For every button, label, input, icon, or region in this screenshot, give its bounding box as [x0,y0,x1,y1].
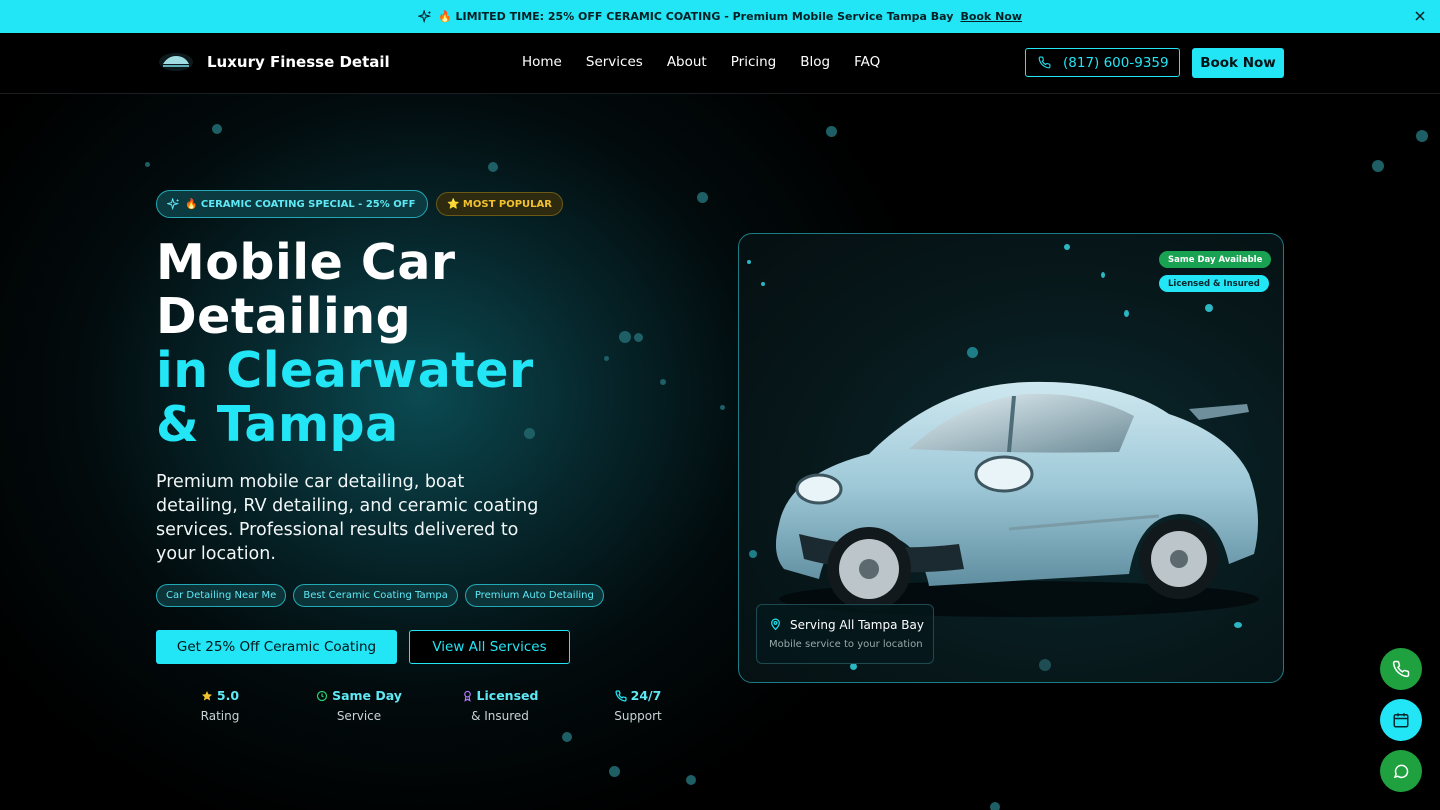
main-nav: Home Services About Pricing Blog FAQ [522,54,880,70]
licensed-pill: Licensed & Insured [1159,275,1269,292]
promo-book-link[interactable]: Book Now [960,10,1022,23]
phone-number: (817) 600-9359 [1063,54,1169,71]
particle [1064,244,1070,250]
phone-icon [1392,660,1410,678]
trust-stats: 5.0 Rating Same Day Service Licensed & I… [156,688,696,728]
hero-title-line2: Detailing [156,288,412,345]
map-pin-icon [771,618,780,631]
view-services-button[interactable]: View All Services [409,630,570,664]
particle [488,162,498,172]
stat-licensed-value: Licensed [476,688,539,703]
stat-rating-label: Rating [200,709,240,723]
particle [761,282,765,286]
particle [634,333,643,342]
particle [1124,310,1129,317]
nav-about[interactable]: About [667,54,707,70]
particle [850,663,857,670]
particle [749,550,757,558]
service-area-card: Serving All Tampa Bay Mobile service to … [756,604,934,664]
phone-button[interactable]: (817) 600-9359 [1025,48,1180,77]
particle [1372,160,1384,172]
particle [619,331,631,343]
nav-home[interactable]: Home [522,54,562,70]
stat-same-day-label: Service [336,709,382,723]
book-now-button[interactable]: Book Now [1192,48,1284,78]
close-icon[interactable] [1412,8,1428,24]
particle [604,356,609,361]
particle [562,732,572,742]
site-header: Luxury Finesse Detail Home Services Abou… [0,33,1440,94]
ceramic-offer-button[interactable]: Get 25% Off Ceramic Coating [156,630,397,664]
particle [1205,304,1213,312]
calendar-icon [1393,713,1409,728]
phone-icon [615,689,627,702]
call-fab[interactable] [1380,648,1422,690]
nav-blog[interactable]: Blog [800,54,830,70]
star-icon [201,690,212,701]
sports-car-image [775,381,1259,617]
particle [826,126,837,137]
nav-faq[interactable]: FAQ [854,54,880,70]
tag-premium-auto-detailing[interactable]: Premium Auto Detailing [464,584,604,607]
booking-fab[interactable] [1380,699,1422,741]
particle [967,347,978,358]
particle [686,775,696,785]
particle [1416,130,1428,142]
particle [697,192,708,203]
ceramic-special-text: 🔥 CERAMIC COATING SPECIAL - 25% OFF [185,198,416,210]
particle [720,405,725,410]
stat-licensed: Licensed & Insured [436,688,564,723]
stat-same-day-value: Same Day [332,688,402,703]
service-area-title: Serving All Tampa Bay [790,618,924,632]
clock-icon [316,690,328,701]
particle [609,766,620,777]
award-icon [463,690,471,702]
tag-car-detailing-near-me[interactable]: Car Detailing Near Me [156,584,287,607]
hero-title-line3: in Clearwater [156,342,534,399]
promo-text: 🔥 LIMITED TIME: 25% OFF CERAMIC COATING … [437,10,954,23]
phone-icon [1038,56,1051,69]
particle [212,124,222,134]
ceramic-special-badge: 🔥 CERAMIC COATING SPECIAL - 25% OFF [156,190,429,218]
brand-logo[interactable] [158,51,194,73]
hero-title-line1: Mobile Car [156,234,456,291]
same-day-pill: Same Day Available [1159,251,1272,268]
tag-best-ceramic-coating-tampa[interactable]: Best Ceramic Coating Tampa [293,584,458,607]
particle [660,379,666,385]
stat-support-value: 24/7 [630,688,662,703]
keyword-tags: Car Detailing Near Me Best Ceramic Coati… [156,584,604,607]
particle [1039,659,1051,671]
sparkles-icon [167,197,180,210]
stat-rating: 5.0 Rating [156,688,284,723]
hero-title: Mobile Car Detailing in Clearwater & Tam… [156,236,534,452]
stat-support-label: Support [614,709,662,723]
most-popular-badge: ⭐ MOST POPULAR [436,192,563,216]
hero-title-line4: & Tampa [156,396,399,453]
stat-same-day: Same Day Service [295,688,423,723]
chat-bubble-icon [1393,764,1409,779]
nav-pricing[interactable]: Pricing [731,54,777,70]
particle [145,162,150,167]
particle [990,802,1000,810]
stat-support: 24/7 Support [574,688,702,723]
stat-rating-value: 5.0 [216,688,240,703]
particle [747,260,751,264]
nav-services[interactable]: Services [586,54,643,70]
service-area-subtitle: Mobile service to your location [769,639,923,650]
promo-banner: 🔥 LIMITED TIME: 25% OFF CERAMIC COATING … [0,0,1440,33]
hero-description: Premium mobile car detailing, boat detai… [156,472,539,564]
particle [1101,272,1105,278]
stat-licensed-label: & Insured [471,709,529,723]
chat-fab[interactable] [1380,750,1422,792]
sparkles-icon [417,9,432,23]
hero-section: 🔥 CERAMIC COATING SPECIAL - 25% OFF ⭐ MO… [0,94,1440,810]
hero-image-card: Same Day Available Licensed & Insured Se… [738,233,1284,683]
brand-name[interactable]: Luxury Finesse Detail [207,53,390,71]
